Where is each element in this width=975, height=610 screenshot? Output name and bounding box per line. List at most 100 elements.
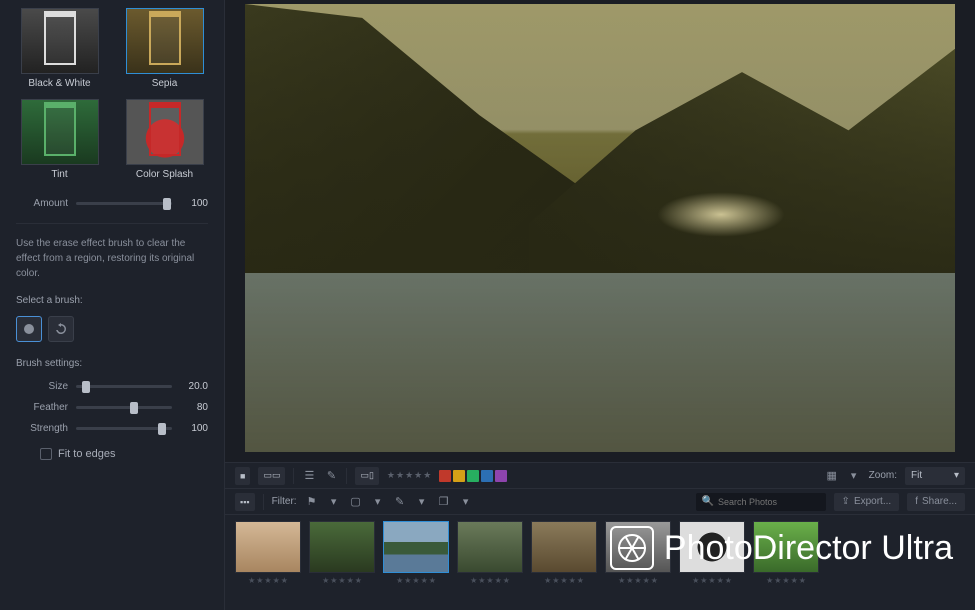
share-button[interactable]: f Share... — [907, 493, 965, 511]
size-label: Size — [16, 381, 68, 392]
slider-thumb[interactable] — [130, 402, 138, 414]
strength-slider[interactable]: Strength 100 — [16, 421, 208, 436]
star-icon[interactable]: ★ — [423, 470, 431, 481]
preset-label: Color Splash — [136, 169, 193, 180]
star-icon[interactable]: ★ — [414, 470, 422, 481]
zoom-value: Fit — [911, 470, 922, 481]
amount-value: 100 — [180, 198, 208, 209]
star-icon[interactable]: ★ — [405, 470, 413, 481]
film-thumb[interactable]: ★★★★★ — [383, 521, 449, 585]
preset-label: Tint — [51, 169, 67, 180]
preset-tint[interactable]: Tint — [16, 99, 103, 180]
app-root: Black & White Sepia Tint Color Splash Am… — [0, 0, 975, 610]
brush-solid-button[interactable] — [16, 316, 42, 342]
amount-slider[interactable]: Amount 100 — [16, 196, 208, 211]
view-toolbar: ■ ▭▭ ☰ ✎ ▭▯ ★ ★ ★ ★ ★ ▦ ▾ — [225, 462, 975, 488]
film-thumb[interactable]: ★★★★★ — [309, 521, 375, 585]
feather-label: Feather — [16, 402, 68, 413]
swatch-blue[interactable] — [481, 470, 493, 482]
size-slider[interactable]: Size 20.0 — [16, 379, 208, 394]
crop-icon[interactable]: ✎ — [324, 469, 338, 483]
chevron-down-icon[interactable]: ▾ — [327, 495, 341, 509]
filter-edit-icon[interactable]: ✎ — [393, 495, 407, 509]
zoom-select[interactable]: Fit ▾ — [905, 467, 965, 485]
filmstrip[interactable]: ★★★★★ ★★★★★ ★★★★★ ★★★★★ ★★★★★ ★★★★★ — [225, 514, 975, 610]
film-thumb[interactable]: ★★★★★ — [753, 521, 819, 585]
slider-track[interactable] — [76, 385, 172, 388]
checkbox-icon[interactable] — [40, 448, 52, 460]
filter-label: Filter: — [272, 496, 297, 507]
slider-thumb[interactable] — [82, 381, 90, 393]
separator — [263, 494, 264, 510]
preset-thumb — [21, 99, 99, 165]
slider-track[interactable] — [76, 406, 172, 409]
brush-settings-label: Brush settings: — [16, 358, 208, 369]
feather-value: 80 — [180, 402, 208, 413]
slider-track[interactable] — [76, 202, 172, 205]
chevron-down-icon: ▾ — [954, 470, 959, 481]
star-icon[interactable]: ★ — [396, 470, 404, 481]
swatch-red[interactable] — [439, 470, 451, 482]
export-icon: ⇪ — [842, 496, 850, 507]
filter-toolbar: ▪▪▪ Filter: ⚑ ▾ ▢ ▾ ✎ ▾ ❐ ▾ 🔍 ✕ ⇪ Export… — [225, 488, 975, 514]
share-icon: f — [915, 496, 918, 507]
preset-thumb — [126, 8, 204, 74]
separator — [346, 468, 347, 484]
preset-thumb — [21, 8, 99, 74]
thumb-size-button[interactable]: ▪▪▪ — [235, 493, 255, 511]
fit-to-edges-row[interactable]: Fit to edges — [16, 448, 208, 460]
view-single-button[interactable]: ■ — [235, 467, 250, 485]
strength-label: Strength — [16, 423, 68, 434]
export-label: Export... — [854, 496, 891, 507]
color-label-swatches — [439, 470, 507, 482]
sidebar-panel: Black & White Sepia Tint Color Splash Am… — [0, 0, 225, 610]
hint-text: Use the erase effect brush to clear the … — [16, 236, 208, 281]
canvas-image[interactable] — [245, 4, 955, 452]
chevron-down-icon[interactable]: ▾ — [371, 495, 385, 509]
chevron-down-icon[interactable]: ▾ — [415, 495, 429, 509]
preset-label: Black & White — [28, 78, 90, 89]
zoom-label: Zoom: — [869, 470, 897, 481]
preset-thumb — [126, 99, 204, 165]
view-compare-button[interactable]: ▭▭ — [258, 467, 285, 485]
film-thumb[interactable]: ★★★★★ — [605, 521, 671, 585]
divider — [16, 223, 208, 224]
swatch-green[interactable] — [467, 470, 479, 482]
preset-grid: Black & White Sepia Tint Color Splash — [16, 8, 208, 180]
search-box[interactable]: 🔍 ✕ — [696, 493, 826, 511]
size-value: 20.0 — [180, 381, 208, 392]
grid-toggle-icon[interactable]: ▦ — [825, 469, 839, 483]
chevron-down-icon[interactable]: ▾ — [459, 495, 473, 509]
share-label: Share... — [922, 496, 957, 507]
preset-sepia[interactable]: Sepia — [121, 8, 208, 89]
preset-black-white[interactable]: Black & White — [16, 8, 103, 89]
film-thumb[interactable]: ★★★★★ — [457, 521, 523, 585]
film-thumb[interactable]: ★★★★★ — [531, 521, 597, 585]
histogram-icon[interactable]: ☰ — [302, 469, 316, 483]
preset-label: Sepia — [152, 78, 178, 89]
search-icon: 🔍 — [702, 496, 714, 507]
search-input[interactable] — [718, 497, 835, 507]
brush-restore-button[interactable] — [48, 316, 74, 342]
amount-label: Amount — [16, 198, 68, 209]
chevron-down-icon[interactable]: ▾ — [847, 469, 861, 483]
filter-flag-icon[interactable]: ⚑ — [305, 495, 319, 509]
canvas-area[interactable] — [225, 0, 975, 462]
film-thumb[interactable]: ★★★★★ — [235, 521, 301, 585]
slider-thumb[interactable] — [158, 423, 166, 435]
export-button[interactable]: ⇪ Export... — [834, 493, 900, 511]
strength-value: 100 — [180, 423, 208, 434]
preset-color-splash[interactable]: Color Splash — [121, 99, 208, 180]
rating-stars[interactable]: ★ ★ ★ ★ ★ — [387, 470, 431, 481]
filter-stack-icon[interactable]: ❐ — [437, 495, 451, 509]
slider-track[interactable] — [76, 427, 172, 430]
feather-slider[interactable]: Feather 80 — [16, 400, 208, 415]
filter-label-icon[interactable]: ▢ — [349, 495, 363, 509]
swatch-purple[interactable] — [495, 470, 507, 482]
slider-thumb[interactable] — [163, 198, 171, 210]
select-brush-label: Select a brush: — [16, 295, 208, 306]
film-thumb[interactable]: ★★★★★ — [679, 521, 745, 585]
swatch-yellow[interactable] — [453, 470, 465, 482]
ratio-display[interactable]: ▭▯ — [355, 467, 378, 485]
star-icon[interactable]: ★ — [387, 470, 395, 481]
